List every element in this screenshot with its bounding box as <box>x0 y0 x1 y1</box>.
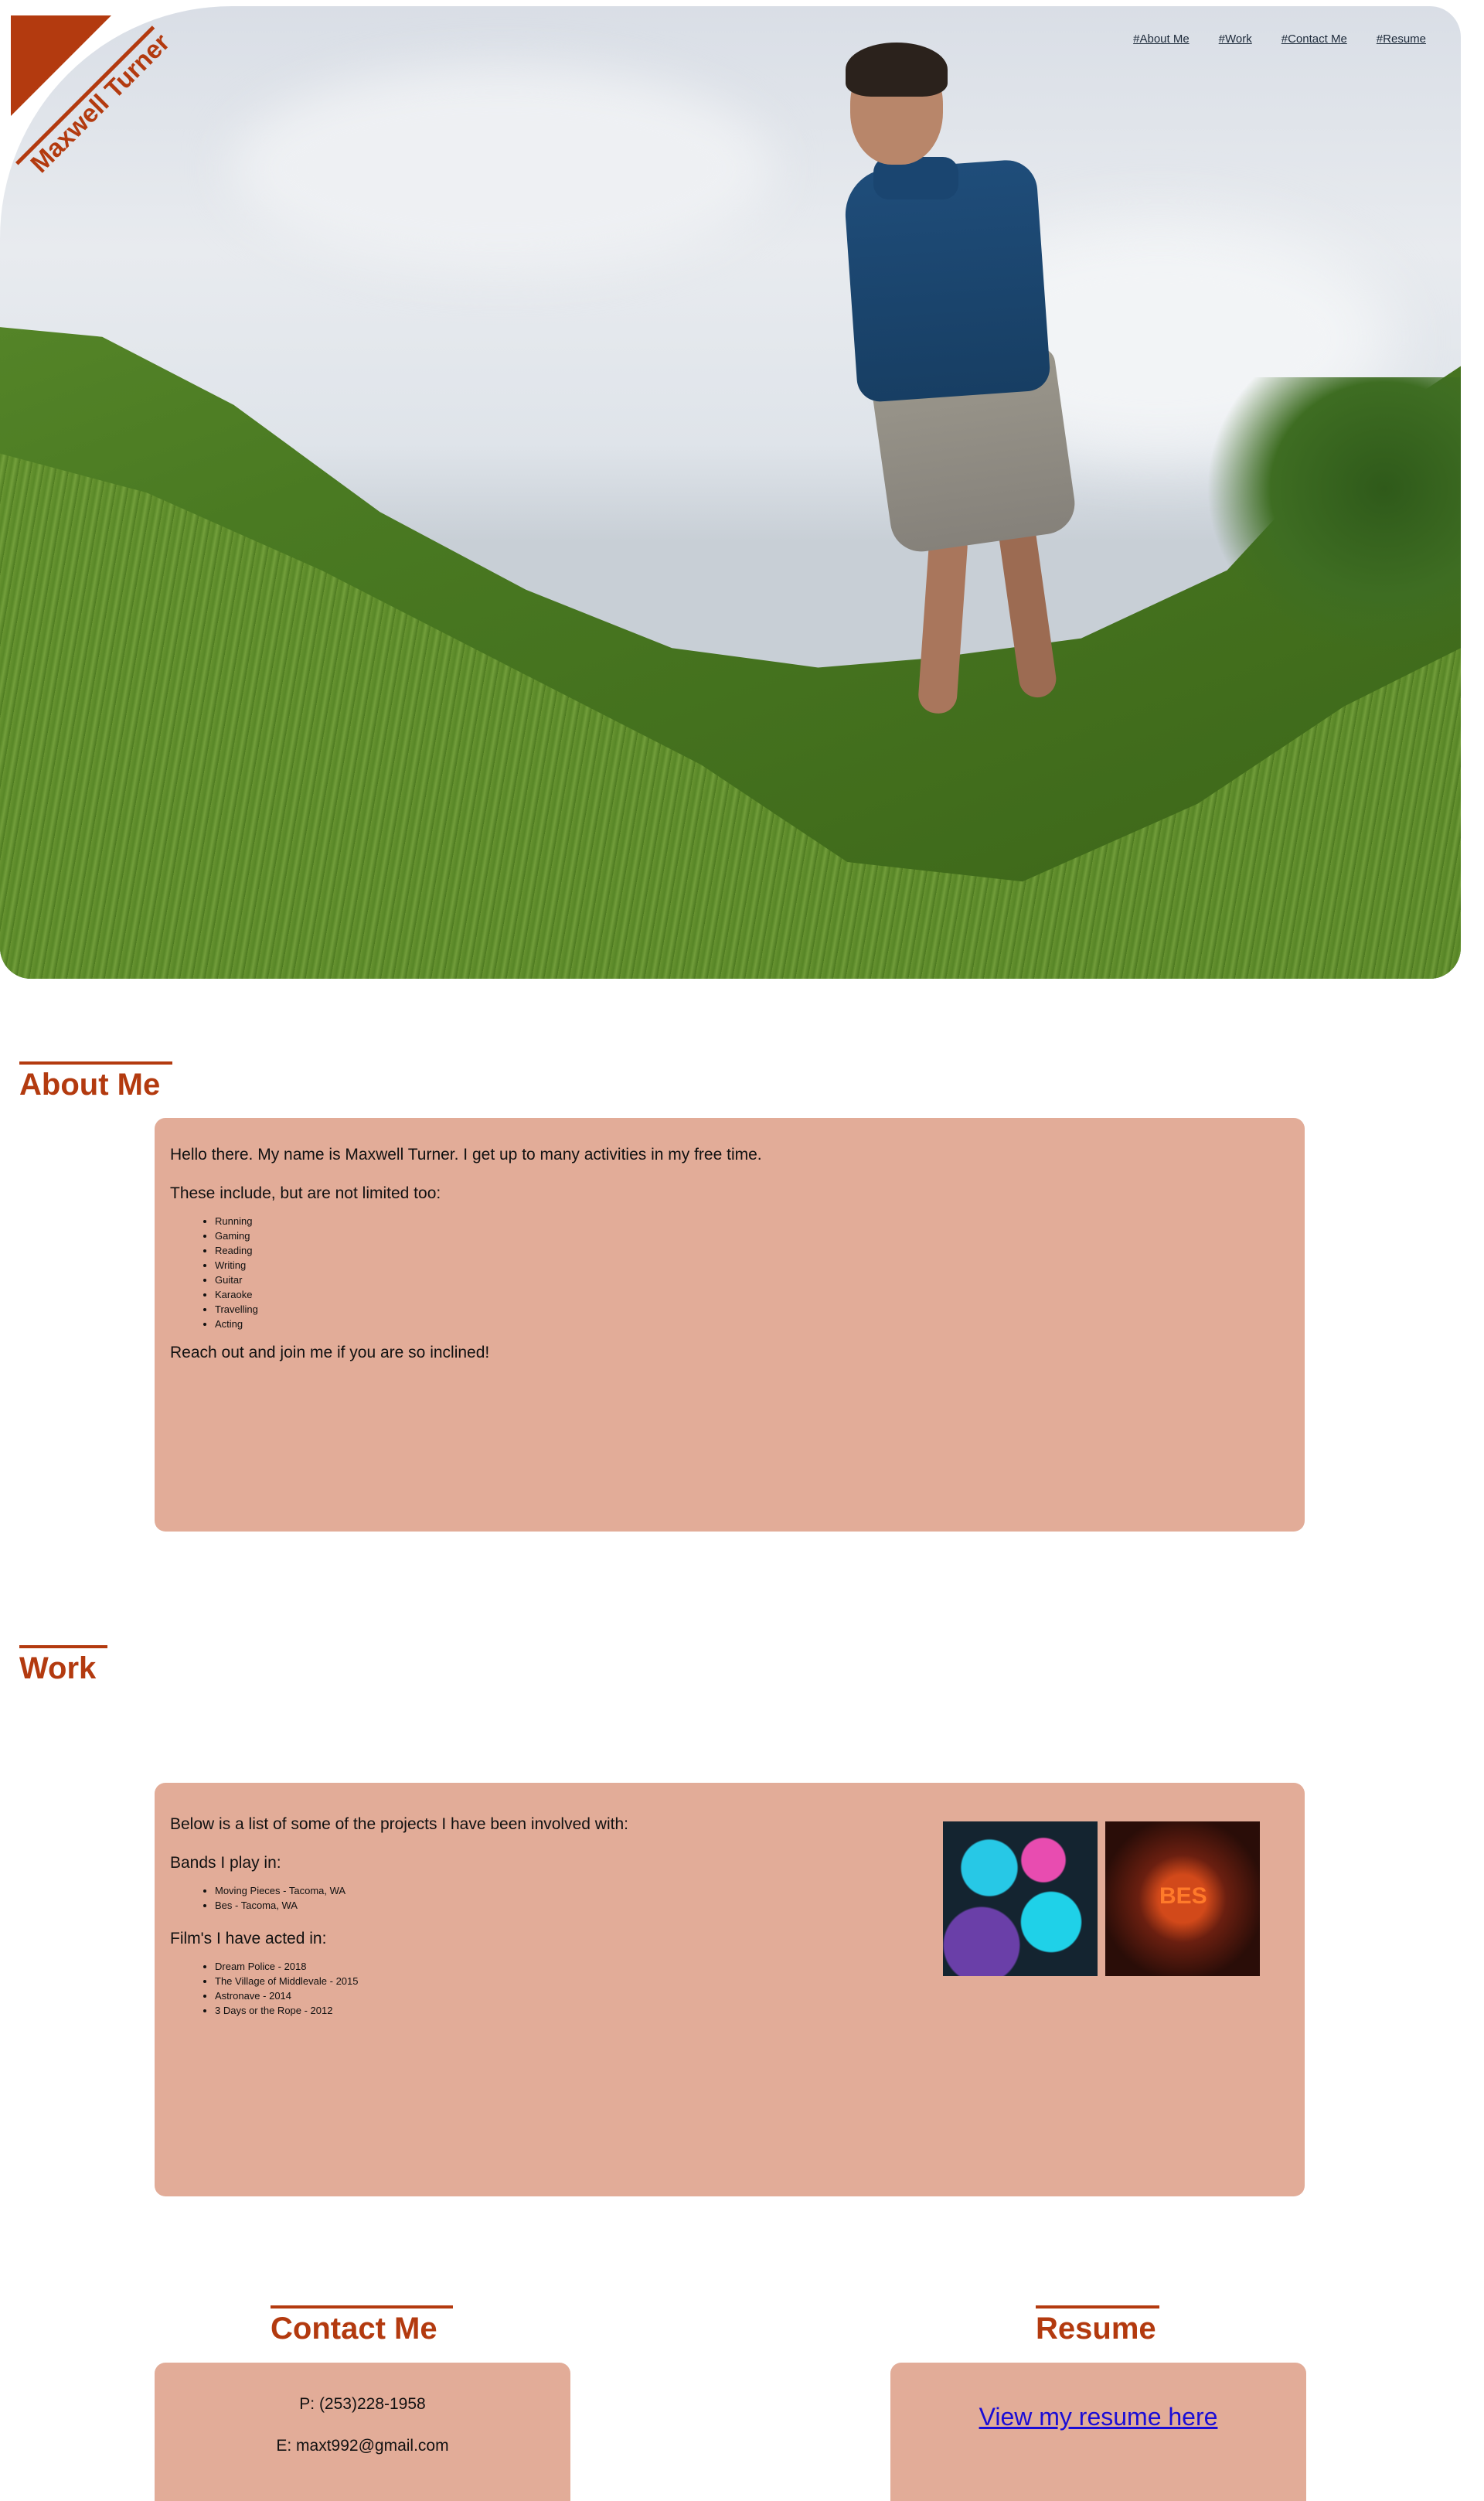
about-lead: These include, but are not limited too: <box>170 1184 441 1202</box>
contact-heading: Contact Me <box>271 2305 456 2346</box>
bes-logo-text: BES <box>1159 1883 1207 1909</box>
ferns <box>1206 377 1461 656</box>
list-item: Gaming <box>215 1228 1289 1243</box>
about-intro: Hello there. My name is Maxwell Turner. … <box>170 1146 762 1164</box>
nav-link-about[interactable]: #About Me <box>1133 32 1190 46</box>
contact-email[interactable]: E: maxt992@gmail.com <box>155 2437 570 2455</box>
list-item: Karaoke <box>215 1287 1289 1302</box>
work-heading: Work <box>19 1645 128 1686</box>
contact-heading-text: Contact Me <box>271 2312 437 2346</box>
about-outro: Reach out and join me if you are so incl… <box>170 1344 490 1361</box>
moving-pieces-album-art[interactable] <box>943 1821 1098 1976</box>
about-heading: About Me <box>19 1061 174 1102</box>
nav-link-resume[interactable]: #Resume <box>1377 32 1426 46</box>
resume-card: View my resume here <box>890 2363 1306 2501</box>
resume-heading: Resume <box>1036 2305 1167 2346</box>
resume-heading-text: Resume <box>1036 2312 1156 2346</box>
work-heading-text: Work <box>19 1651 97 1685</box>
activities-list: Running Gaming Reading Writing Guitar Ka… <box>215 1214 1289 1331</box>
about-card: Hello there. My name is Maxwell Turner. … <box>155 1118 1305 1532</box>
list-item: Acting <box>215 1317 1289 1331</box>
list-item: Astronave - 2014 <box>215 1988 1289 2003</box>
contact-card: P: (253)228-1958 E: maxt992@gmail.com <box>155 2363 570 2501</box>
hero-image <box>0 6 1461 979</box>
list-item: Running <box>215 1214 1289 1228</box>
nav-link-contact[interactable]: #Contact Me <box>1281 32 1347 46</box>
list-item: Travelling <box>215 1302 1289 1317</box>
about-heading-text: About Me <box>19 1068 161 1102</box>
cloud <box>232 68 773 269</box>
work-card: Below is a list of some of the projects … <box>155 1783 1305 2196</box>
main-nav: #About Me #Work #Contact Me #Resume <box>1133 32 1426 46</box>
list-item: 3 Days or the Rope - 2012 <box>215 2003 1289 2018</box>
bes-album-art[interactable]: BES <box>1105 1821 1260 1976</box>
list-item: Writing <box>215 1258 1289 1273</box>
list-item: Reading <box>215 1243 1289 1258</box>
contact-phone[interactable]: P: (253)228-1958 <box>155 2395 570 2414</box>
list-item: Guitar <box>215 1273 1289 1287</box>
person-photo <box>827 43 1090 729</box>
site-logo[interactable]: Maxwell Turner <box>11 15 175 178</box>
resume-link[interactable]: View my resume here <box>979 2403 1218 2431</box>
nav-link-work[interactable]: #Work <box>1219 32 1252 46</box>
